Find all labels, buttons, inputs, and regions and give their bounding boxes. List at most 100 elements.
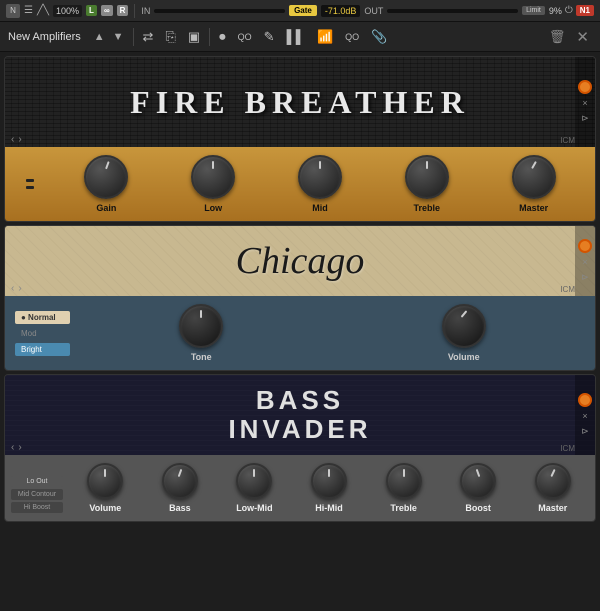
lo-out-button[interactable]: Lo Out <box>11 476 63 487</box>
bass-side-btn-1[interactable]: × <box>581 410 588 422</box>
bass-nav: ‹ › <box>11 442 22 453</box>
eq2-button[interactable]: ▌▌ <box>284 27 308 46</box>
bass-nav-right[interactable]: › <box>18 442 21 453</box>
normal-mode-button[interactable]: ● Normal <box>15 311 70 324</box>
mid-knob[interactable] <box>298 155 342 199</box>
treble-knob[interactable] <box>405 155 449 199</box>
arrow-up-button[interactable]: ▲ <box>91 29 108 45</box>
bass-volume-label: Volume <box>89 503 121 513</box>
nav-left-icon[interactable]: ‹ <box>11 134 14 145</box>
master-knob[interactable] <box>512 155 556 199</box>
copy-button[interactable]: ⎘ <box>162 27 178 47</box>
bass-bass-group: Bass <box>144 463 217 513</box>
bass-himid-group: Hi-Mid <box>293 463 366 513</box>
gate-button[interactable]: Gate <box>289 5 317 16</box>
limit-button[interactable]: Limit <box>522 6 545 15</box>
rec-button[interactable]: ⏺ <box>216 27 229 47</box>
bass-volume-knob[interactable] <box>87 463 123 499</box>
pencil-button[interactable]: ✎ <box>261 27 278 47</box>
treble-knob-group: Treble <box>375 155 478 213</box>
main-content: FIRE BREATHER × ⊳ ‹ › ICM Gain <box>0 52 600 611</box>
chicago-nav: ‹ › <box>11 283 22 294</box>
chicago-power-button[interactable] <box>578 239 592 253</box>
clip-button[interactable]: 📎 <box>368 27 390 47</box>
hi-boost-button[interactable]: Hi Boost <box>11 502 63 513</box>
mid-contour-button[interactable]: Mid Contour <box>11 489 63 500</box>
power-icon[interactable]: ⏻ <box>565 5 573 16</box>
bass-boost-group: Boost <box>442 463 515 513</box>
bass-icm: ICM <box>560 444 575 453</box>
low-label: Low <box>204 203 222 213</box>
chicago-side-btn-2[interactable]: ⊳ <box>580 271 590 284</box>
chicago-nav-left[interactable]: ‹ <box>11 283 14 294</box>
badge-l[interactable]: L <box>86 5 97 16</box>
save-button[interactable]: ▣ <box>185 27 203 47</box>
bass-mode-panel: Lo Out Mid Contour Hi Boost <box>11 476 63 513</box>
bass-lowmid-group: Low-Mid <box>218 463 291 513</box>
chicago-icm: ICM <box>560 285 575 294</box>
chicago-mode-panel: ● Normal Mod Bright <box>15 311 70 356</box>
bass-side-controls: × ⊳ <box>575 375 595 455</box>
qo2-button[interactable]: QO <box>342 30 362 44</box>
bass-master-label: Master <box>538 503 567 513</box>
output-percent: 9% <box>549 6 562 16</box>
gain-knob-group: Gain <box>55 155 158 213</box>
side-controls: × ⊳ <box>575 57 595 147</box>
nav-right-icon[interactable]: › <box>18 134 21 145</box>
bass-treble-group: Treble <box>367 463 440 513</box>
bass-header: BASS INVADER × ⊳ ‹ › ICM <box>5 375 595 455</box>
output-meter <box>387 9 518 13</box>
tone-label: Tone <box>191 352 212 362</box>
power-button[interactable] <box>578 80 592 94</box>
side-btn-2[interactable]: ⊳ <box>580 112 590 125</box>
bright-mode-button[interactable]: Bright <box>15 343 70 356</box>
bass-power-button[interactable] <box>578 393 592 407</box>
eq-button[interactable]: QO <box>235 30 255 44</box>
bass-bass-knob[interactable] <box>162 463 198 499</box>
bass-himid-knob[interactable] <box>311 463 347 499</box>
bass-boost-label: Boost <box>465 503 491 513</box>
bass-treble-label: Treble <box>390 503 417 513</box>
chicago-header: Chicago × ⊳ ‹ › ICM <box>5 226 595 296</box>
chicago-controls: ● Normal Mod Bright Tone Volume <box>5 296 595 370</box>
shuffle-button[interactable]: ⇄ <box>140 27 157 47</box>
side-btn-1[interactable]: × <box>581 97 588 109</box>
chicago-nav-right[interactable]: › <box>18 283 21 294</box>
mod-mode-button[interactable]: Mod <box>15 327 70 340</box>
separator <box>134 4 135 18</box>
master-label: Master <box>519 203 548 213</box>
gain-knob[interactable] <box>84 155 128 199</box>
low-knob[interactable] <box>191 155 235 199</box>
mid-label: Mid <box>312 203 328 213</box>
bass-lowmid-knob[interactable] <box>236 463 272 499</box>
trash-button[interactable]: 🗑 <box>546 27 569 47</box>
ni-badge[interactable]: N1 <box>576 5 594 16</box>
chicago-side-btn-1[interactable]: × <box>581 256 588 268</box>
bass-name: BASS INVADER <box>228 386 371 443</box>
tone-knob-group: Tone <box>80 304 323 362</box>
amp-nav: ‹ › <box>11 134 22 145</box>
input-meter <box>154 9 285 13</box>
badge-r[interactable]: R <box>117 5 129 16</box>
bass-himid-label: Hi-Mid <box>315 503 343 513</box>
bass-side-btn-2[interactable]: ⊳ <box>580 425 590 438</box>
volume-knob[interactable] <box>442 304 486 348</box>
bass-volume-group: Volume <box>69 463 142 513</box>
bass-master-knob[interactable] <box>535 463 571 499</box>
bass-boost-knob[interactable] <box>460 463 496 499</box>
fire-breather-controls: Gain Low Mid Treble <box>5 147 595 221</box>
close-button[interactable]: ✕ <box>573 26 592 48</box>
chart-button[interactable]: 📶 <box>314 27 336 47</box>
zoom-percent[interactable]: 100% <box>53 5 82 17</box>
bass-nav-left[interactable]: ‹ <box>11 442 14 453</box>
badge-m[interactable]: ∞ <box>101 5 113 16</box>
hamburger-icon[interactable]: ☰ <box>24 5 33 16</box>
arrow-down-button[interactable]: ▼ <box>110 29 127 45</box>
db-display: -71.0dB <box>321 5 361 17</box>
preset-title: New Amplifiers <box>8 31 81 43</box>
bass-treble-knob[interactable] <box>386 463 422 499</box>
top-bar-right: 9% ⏻ N1 <box>549 5 594 16</box>
tone-knob[interactable] <box>179 304 223 348</box>
bass-bass-label: Bass <box>169 503 191 513</box>
app-logo: N <box>6 4 20 18</box>
